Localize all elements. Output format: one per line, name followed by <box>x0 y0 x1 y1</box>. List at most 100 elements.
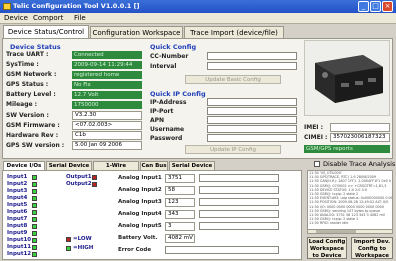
apn-label: APN <box>150 117 165 124</box>
output-2-label: Output2 <box>66 181 92 187</box>
input-9-label: Input9 <box>7 230 28 236</box>
battery-volt-label: Battery Volt. <box>118 235 158 241</box>
input-2-led <box>32 182 37 187</box>
imei-label: IMEI : <box>304 124 324 131</box>
load-config-workspace-button[interactable]: Load Config Workspace to Device <box>307 237 347 259</box>
hardware-rev-label: Hardware Rev : <box>6 132 59 139</box>
gsm-firmware-value: <07.02.003> <box>72 121 142 130</box>
analog-input-1-value: 3751 <box>165 174 195 183</box>
battery-level-label: Battery Level : <box>6 91 56 98</box>
interval-input[interactable] <box>207 62 297 70</box>
analog-input-3-value: 123 <box>165 198 195 207</box>
username-input[interactable] <box>207 125 297 133</box>
analog-input-5-bar <box>199 222 279 230</box>
cimei-label: CIMEI : <box>304 134 328 141</box>
input-4-label: Input4 <box>7 195 28 201</box>
trace-log[interactable]: 11:30 'V0_UTIL000' 11:30 GPS(TRACE, RTC)… <box>307 170 393 232</box>
trace-log-line: 11:30 RFID: reader idle <box>309 221 349 226</box>
trace-log-line: 11:30 POSITION: 2009-08-28 12:49:02 ALT:… <box>309 200 389 205</box>
tab-serial-device-1[interactable]: Serial Device 1 <box>46 161 92 178</box>
input-10-label: Input10 <box>7 237 32 243</box>
input-11-led <box>32 245 37 250</box>
input-7-led <box>32 217 37 222</box>
battery-volt-value: 4082 mV <box>165 234 195 243</box>
ip-port-input[interactable] <box>207 107 297 115</box>
menu-device[interactable]: Device <box>4 13 28 24</box>
app-icon <box>3 3 11 10</box>
analog-input-4-bar <box>199 210 279 218</box>
analog-input-1-bar <box>199 174 279 182</box>
menu-file[interactable]: File <box>74 13 86 24</box>
tab-configuration-workspace[interactable]: Configuration Workspace <box>90 26 183 38</box>
analog-input-4-label: Analog Input4 <box>118 211 162 217</box>
mileage-value: 1750000 <box>72 101 142 109</box>
tab-can-bus[interactable]: Can Bus <box>140 161 168 170</box>
password-label: Password <box>150 135 183 142</box>
error-code-field <box>165 246 279 254</box>
systime-value: 2009-09-14 11:29:44 <box>72 61 142 69</box>
trace-uart-label: Trace UART : <box>6 51 49 58</box>
battery-level-value: 12.7 Volt <box>72 91 142 99</box>
output-1-led[interactable] <box>92 175 97 180</box>
input-8-label: Input8 <box>7 223 28 229</box>
input-10-led <box>32 238 37 243</box>
disable-trace-checkbox[interactable] <box>314 161 320 167</box>
input-12-label: Input12 <box>7 251 32 257</box>
gps-sw-version-value: 5.00 Jan 09 2006 <box>72 141 142 150</box>
analog-input-3-label: Analog Input3 <box>118 199 162 205</box>
gps-status-label: GPS Status : <box>6 81 49 88</box>
password-input[interactable] <box>207 134 297 142</box>
maximize-icon[interactable]: □ <box>370 1 381 12</box>
tab-1-wire-devices[interactable]: 1-Wire Devices <box>93 161 139 178</box>
input-2-label: Input2 <box>7 181 28 187</box>
systime-label: SysTime : <box>6 61 39 68</box>
output-1-label: Output1 <box>66 174 92 180</box>
analog-input-2-label: Analog Input2 <box>118 187 162 193</box>
hardware-rev-value: C1b <box>72 131 142 140</box>
gps-status-value: No Fix <box>72 81 142 89</box>
username-label: Username <box>150 126 185 133</box>
scrollbar-thumb[interactable] <box>316 230 356 233</box>
input-4-led <box>32 196 37 201</box>
update-basic-config-button[interactable]: Update Basic Config <box>185 75 281 84</box>
high-legend-led <box>66 246 71 251</box>
input-7-label: Input7 <box>7 216 28 222</box>
input-3-led <box>32 189 37 194</box>
device-image <box>304 40 390 116</box>
input-6-label: Input6 <box>7 209 28 215</box>
analog-input-1-label: Analog Input1 <box>118 175 162 181</box>
high-legend-label: =HIGH <box>73 245 94 251</box>
input-5-label: Input5 <box>7 202 28 208</box>
quick-ip-config-heading: Quick IP Config <box>150 90 206 98</box>
input-11-label: Input11 <box>7 244 32 250</box>
analog-input-2-bar <box>199 186 279 194</box>
tab-device-status[interactable]: Device Status/Control <box>3 25 89 39</box>
ip-address-input[interactable] <box>207 98 297 106</box>
minimize-icon[interactable]: _ <box>358 1 369 12</box>
close-icon[interactable]: × <box>382 1 393 12</box>
tab-device-ios[interactable]: Device I/Os <box>3 161 45 170</box>
gsm-network-label: GSM Network : <box>6 71 57 78</box>
analog-input-3-bar <box>199 198 279 206</box>
import-dev-config-button[interactable]: Import Dev. Config to Workspace <box>351 237 393 259</box>
input-12-led <box>32 252 37 257</box>
ip-address-label: IP-Address <box>150 99 187 106</box>
input-8-led <box>32 224 37 229</box>
cc-number-input[interactable] <box>207 52 297 60</box>
analog-input-2-value: 58 <box>165 186 195 195</box>
output-2-led[interactable] <box>92 182 97 187</box>
update-ip-config-button[interactable]: Update IP Config <box>185 145 281 154</box>
imei-value <box>330 123 390 132</box>
sw-version-value: V3.2.30 <box>72 111 142 120</box>
tab-serial-device-2[interactable]: Serial Device 2 <box>169 161 215 178</box>
tab-trace-import[interactable]: Trace Import (device/file) <box>184 26 284 38</box>
trace-log-scrollbar[interactable] <box>307 229 393 234</box>
mileage-label: Mileage : <box>6 101 38 108</box>
gsm-network-value: registered home network <box>72 71 142 86</box>
menu-comport[interactable]: Comport <box>33 13 63 24</box>
title-bar: Telic Configuration Tool V1.0.0.1 [] <box>0 0 396 13</box>
trace-log-line: 11:30 CAN(H-R): 1A07 1FF1. 2.0004FF1F1 0… <box>309 179 391 184</box>
trace-uart-value: Connected <box>72 51 142 59</box>
error-code-label: Error Code <box>118 247 152 253</box>
apn-input[interactable] <box>207 116 297 124</box>
